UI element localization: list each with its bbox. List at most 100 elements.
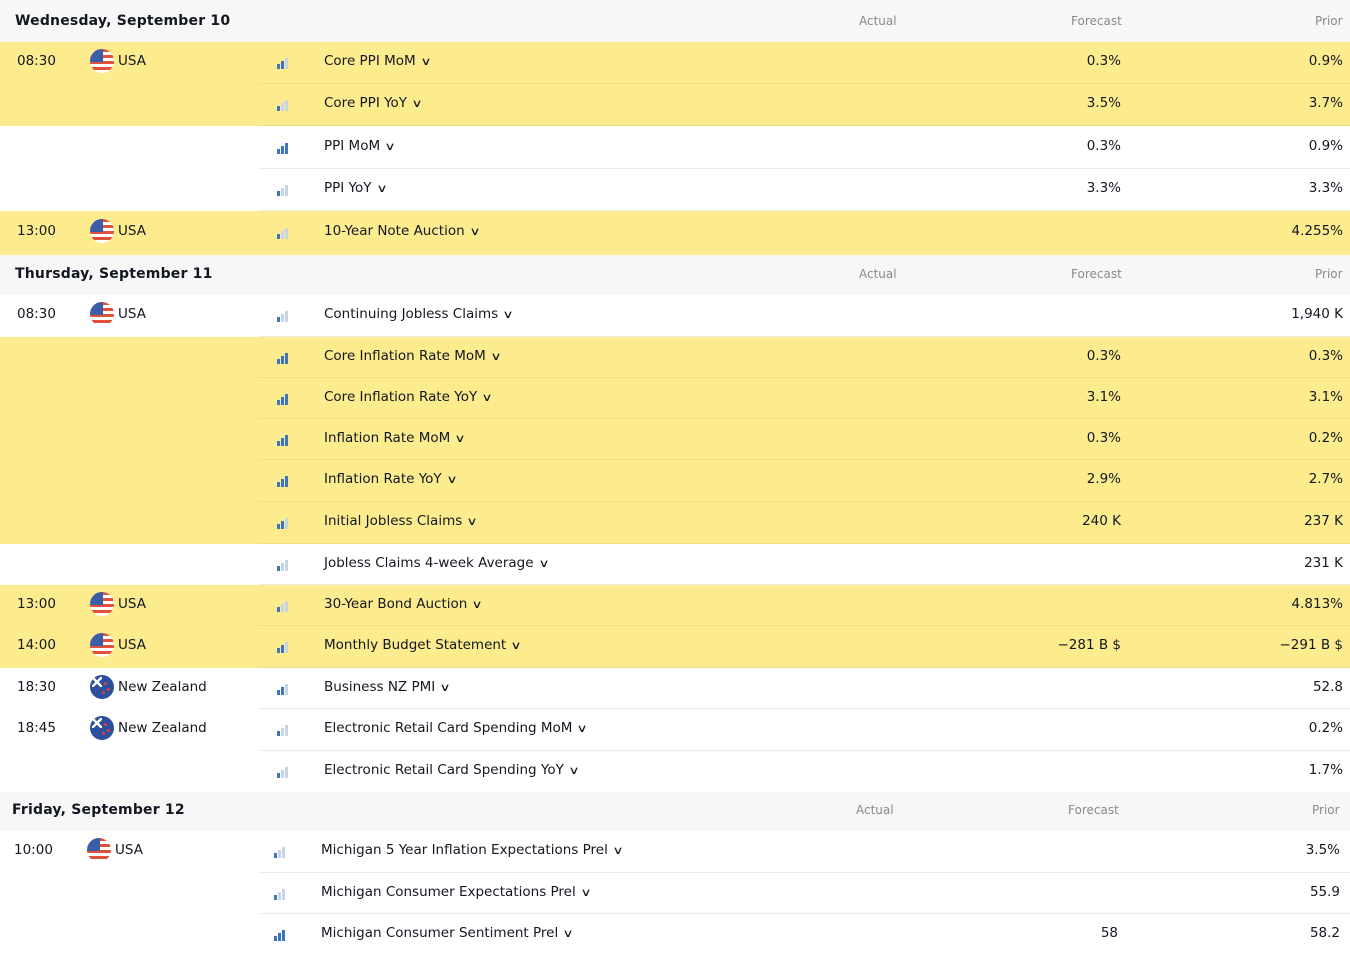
day-title: Wednesday, September 10 (15, 13, 231, 29)
event-country[interactable]: USA (90, 49, 146, 73)
chevron-down-icon[interactable]: ∨ (577, 722, 588, 735)
importance-bars-icon (277, 184, 288, 196)
event-name: Electronic Retail Card Spending MoM (324, 720, 573, 736)
event-name-link[interactable]: Continuing Jobless Claims ∨ (324, 306, 514, 322)
event-name-link[interactable]: Core PPI YoY ∨ (324, 95, 423, 111)
event-row[interactable]: Electronic Retail Card Spending YoY ∨ 1.7% (0, 751, 1350, 792)
event-name: Core PPI MoM (324, 53, 416, 69)
event-name-link[interactable]: Monthly Budget Statement ∨ (324, 637, 522, 653)
event-name-link[interactable]: Core PPI MoM ∨ (324, 53, 431, 69)
event-name-link[interactable]: Michigan 5 Year Inflation Expectations P… (321, 842, 624, 858)
event-name-link[interactable]: Core Inflation Rate MoM ∨ (324, 348, 501, 364)
event-name: Core PPI YoY (324, 95, 408, 111)
event-prior-value: 1.7% (1308, 762, 1343, 778)
event-row[interactable]: 10:00 USA Michigan 5 Year Inflation Expect… (0, 831, 1350, 873)
event-row[interactable]: Michigan Consumer Expectations Prel ∨ 55.9 (0, 873, 1350, 914)
event-country[interactable]: USA (90, 592, 146, 616)
event-name: Electronic Retail Card Spending YoY (324, 762, 564, 778)
importance-bars-icon (274, 846, 285, 858)
event-name-link[interactable]: Jobless Claims 4-week Average ∨ (324, 555, 549, 571)
importance-bars-icon (277, 227, 288, 239)
importance-bars-icon (277, 352, 288, 364)
event-forecast-value: 2.9% (1086, 471, 1121, 487)
event-row[interactable]: Inflation Rate MoM ∨ 0.3% 0.2% (0, 419, 1350, 460)
chevron-down-icon[interactable]: ∨ (440, 681, 451, 694)
importance-bars-icon (274, 888, 285, 900)
event-name-link[interactable]: Business NZ PMI ∨ (324, 679, 451, 695)
event-country[interactable]: USA (90, 302, 146, 326)
event-row[interactable]: Core PPI YoY ∨ 3.5% 3.7% (0, 84, 1350, 126)
chevron-down-icon[interactable]: ∨ (612, 844, 623, 857)
chevron-down-icon[interactable]: ∨ (490, 350, 501, 363)
event-row[interactable]: Core Inflation Rate MoM ∨ 0.3% 0.3% (0, 337, 1350, 378)
event-time: 08:30 (17, 306, 56, 322)
chevron-down-icon[interactable]: ∨ (420, 55, 431, 68)
usa-flag-icon (90, 219, 114, 243)
importance-bars-icon (277, 310, 288, 322)
event-row[interactable]: Core Inflation Rate YoY ∨ 3.1% 3.1% (0, 378, 1350, 419)
event-name: Core Inflation Rate MoM (324, 348, 486, 364)
event-name-link[interactable]: Michigan Consumer Sentiment Prel ∨ (321, 925, 574, 941)
event-row[interactable]: PPI MoM ∨ 0.3% 0.9% (0, 126, 1350, 169)
event-prior-value: 0.9% (1308, 138, 1343, 154)
chevron-down-icon[interactable]: ∨ (376, 182, 387, 195)
column-header-prior: Prior (1312, 803, 1340, 817)
event-name-link[interactable]: 30-Year Bond Auction ∨ (324, 596, 483, 612)
chevron-down-icon[interactable]: ∨ (411, 97, 422, 110)
chevron-down-icon[interactable]: ∨ (446, 473, 457, 486)
event-row[interactable]: 13:00 USA 10-Year Note Auction ∨ 4.255% (0, 211, 1350, 255)
event-prior-value: 237 K (1304, 513, 1343, 529)
event-row[interactable]: 18:30 New Zealand Business NZ PMI ∨ 52.8 (0, 668, 1350, 709)
event-name: Michigan Consumer Expectations Prel (321, 884, 576, 900)
event-name-link[interactable]: PPI YoY ∨ (324, 180, 387, 196)
event-row[interactable]: 13:00 USA 30-Year Bond Auction ∨ 4.813% (0, 585, 1350, 626)
chevron-down-icon[interactable]: ∨ (511, 639, 522, 652)
event-name: PPI MoM (324, 138, 381, 154)
day-title: Thursday, September 11 (15, 266, 213, 282)
event-prior-value: 58.2 (1309, 925, 1340, 941)
usa-flag-icon (90, 302, 114, 326)
event-row[interactable]: Inflation Rate YoY ∨ 2.9% 2.7% (0, 460, 1350, 502)
chevron-down-icon[interactable]: ∨ (568, 764, 579, 777)
chevron-down-icon[interactable]: ∨ (472, 598, 483, 611)
event-country[interactable]: USA (90, 219, 146, 243)
event-country[interactable]: New Zealand (90, 716, 207, 740)
importance-bars-icon (277, 475, 288, 487)
event-forecast-value: 3.5% (1086, 95, 1121, 111)
chevron-down-icon[interactable]: ∨ (384, 140, 395, 153)
event-name-link[interactable]: 10-Year Note Auction ∨ (324, 223, 480, 239)
chevron-down-icon[interactable]: ∨ (503, 308, 514, 321)
event-name-link[interactable]: Electronic Retail Card Spending MoM ∨ (324, 720, 588, 736)
chevron-down-icon[interactable]: ∨ (538, 557, 549, 570)
country-name: New Zealand (118, 679, 207, 695)
event-name-link[interactable]: Initial Jobless Claims ∨ (324, 513, 478, 529)
event-country[interactable]: New Zealand (90, 675, 207, 699)
event-row[interactable]: PPI YoY ∨ 3.3% 3.3% (0, 169, 1350, 211)
event-name-link[interactable]: Michigan Consumer Expectations Prel ∨ (321, 884, 591, 900)
chevron-down-icon[interactable]: ∨ (580, 886, 591, 899)
event-row[interactable]: 08:30 USA Core PPI MoM ∨ 0.3% 0.9% (0, 42, 1350, 84)
event-row[interactable]: 18:45 New Zealand Electronic Retail Card S… (0, 709, 1350, 751)
event-name-link[interactable]: Inflation Rate MoM ∨ (324, 430, 466, 446)
event-country[interactable]: USA (90, 633, 146, 657)
chevron-down-icon[interactable]: ∨ (482, 391, 493, 404)
column-header-actual: Actual (859, 267, 897, 281)
event-row[interactable]: 08:30 USA Continuing Jobless Claims ∨ 1,940 … (0, 295, 1350, 337)
event-name-link[interactable]: Core Inflation Rate YoY ∨ (324, 389, 493, 405)
event-name-link[interactable]: Electronic Retail Card Spending YoY ∨ (324, 762, 580, 778)
event-name-link[interactable]: Inflation Rate YoY ∨ (324, 471, 457, 487)
event-time: 13:00 (17, 223, 56, 239)
event-prior-value: 3.3% (1308, 180, 1343, 196)
event-row[interactable]: 14:00 USA Monthly Budget Statement ∨ −281 B … (0, 626, 1350, 668)
chevron-down-icon[interactable]: ∨ (455, 432, 466, 445)
event-row[interactable]: Initial Jobless Claims ∨ 240 K 237 K (0, 502, 1350, 544)
event-name-link[interactable]: PPI MoM ∨ (324, 138, 396, 154)
event-row[interactable]: Jobless Claims 4-week Average ∨ 231 K (0, 544, 1350, 585)
chevron-down-icon[interactable]: ∨ (469, 225, 480, 238)
event-row[interactable]: Michigan Consumer Sentiment Prel ∨ 58 58.2 (0, 914, 1350, 955)
chevron-down-icon[interactable]: ∨ (467, 515, 478, 528)
event-prior-value: 1,940 K (1291, 306, 1343, 322)
event-country[interactable]: USA (87, 838, 143, 862)
event-time: 18:45 (17, 720, 56, 736)
chevron-down-icon[interactable]: ∨ (563, 927, 574, 940)
